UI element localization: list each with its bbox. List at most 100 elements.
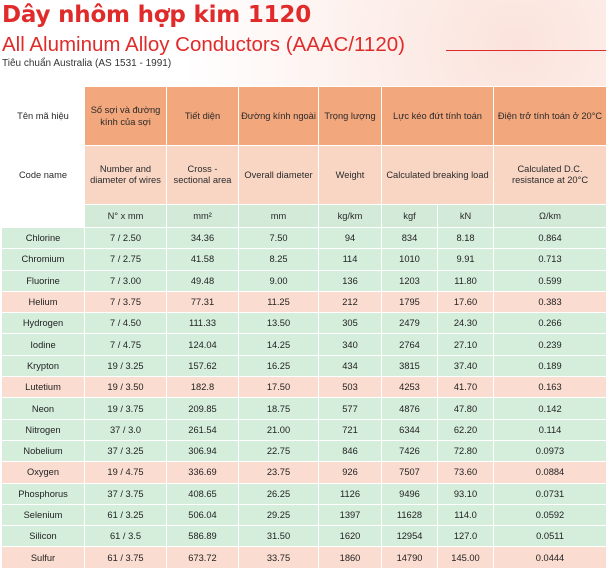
cell-wires: 37 / 3.25 bbox=[84, 439, 167, 463]
header-wires-vi: Số sợi và đường kính của sợi bbox=[84, 86, 167, 146]
cell-code-name: Iodine bbox=[1, 333, 85, 356]
cell-diameter: 22.75 bbox=[238, 439, 319, 463]
cell-code-name: Krypton bbox=[1, 354, 85, 378]
cell-breaking-load-kn: 37.40 bbox=[436, 354, 495, 378]
cell-code-name: Phosphorus bbox=[1, 482, 85, 505]
unit-cell: mm bbox=[238, 204, 319, 228]
header-area-en: Cross - sectional area bbox=[166, 145, 239, 205]
cell-weight: 503 bbox=[318, 376, 382, 399]
table-row: Sulfur 61 / 3.75 673.72 33.75 1860 14790 145.0… bbox=[1, 546, 606, 569]
cell-code-name: Lutetium bbox=[1, 376, 85, 399]
cell-breaking-load-kn: 17.60 bbox=[436, 290, 495, 314]
cell-breaking-load-kgf: 7507 bbox=[381, 461, 438, 484]
cell-weight: 846 bbox=[318, 439, 382, 463]
cell-weight: 721 bbox=[318, 418, 382, 441]
cell-wires: 37 / 3.75 bbox=[84, 482, 167, 505]
cell-area: 49.48 bbox=[166, 269, 239, 292]
header-diameter-vi: Đường kính ngoài bbox=[238, 86, 319, 146]
cell-resistance: 0.383 bbox=[493, 290, 606, 314]
table-row: Silicon 61 / 3.5 586.89 31.50 1620 12954 127.0… bbox=[1, 525, 606, 548]
cell-area: 306.94 bbox=[166, 439, 239, 463]
unit-cell bbox=[1, 204, 85, 228]
cell-weight: 94 bbox=[318, 226, 382, 250]
table-row: Chlorine 7 / 2.50 34.36 7.50 94 834 8.18 0.864 bbox=[1, 226, 606, 250]
cell-breaking-load-kn: 11.80 bbox=[436, 269, 495, 292]
cell-breaking-load-kn: 73.60 bbox=[436, 461, 495, 484]
header-area-vi: Tiết diện bbox=[166, 86, 239, 146]
cell-diameter: 21.00 bbox=[238, 418, 319, 441]
page-title: Dây nhôm hợp kim 1120 bbox=[2, 2, 312, 28]
cell-breaking-load-kgf: 2764 bbox=[381, 333, 438, 356]
cell-resistance: 0.864 bbox=[493, 226, 606, 250]
cell-code-name: Nitrogen bbox=[1, 418, 85, 441]
header-weight-vi: Trọng lượng bbox=[318, 86, 382, 146]
cell-resistance: 0.114 bbox=[493, 418, 606, 441]
cell-diameter: 33.75 bbox=[238, 546, 319, 569]
cell-breaking-load-kgf: 2479 bbox=[381, 312, 438, 335]
cell-breaking-load-kgf: 1010 bbox=[381, 248, 438, 271]
cell-code-name: Chromium bbox=[1, 248, 85, 271]
cell-weight: 1860 bbox=[318, 546, 382, 569]
cell-weight: 1126 bbox=[318, 482, 382, 505]
unit-cell: N° x mm bbox=[84, 204, 167, 228]
cell-wires: 19 / 3.75 bbox=[84, 397, 167, 420]
cell-breaking-load-kn: 24.30 bbox=[436, 312, 495, 335]
cell-wires: 61 / 3.75 bbox=[84, 546, 167, 569]
cell-diameter: 16.25 bbox=[238, 354, 319, 378]
cell-code-name: Helium bbox=[1, 290, 85, 314]
cell-code-name: Nobelium bbox=[1, 439, 85, 463]
cell-area: 336.69 bbox=[166, 461, 239, 484]
cell-code-name: Fluorine bbox=[1, 269, 85, 292]
cell-weight: 114 bbox=[318, 248, 382, 271]
header-weight-en: Weight bbox=[318, 145, 382, 205]
cell-weight: 212 bbox=[318, 290, 382, 314]
table-row: Phosphorus 37 / 3.75 408.65 26.25 1126 9496 93… bbox=[1, 482, 606, 505]
cell-area: 111.33 bbox=[166, 312, 239, 335]
cell-breaking-load-kgf: 7426 bbox=[381, 439, 438, 463]
header-row-vietnamese: Tên mã hiệu Số sợi và đường kính của sợi… bbox=[1, 86, 606, 146]
header-code-name-en: Code name bbox=[1, 145, 85, 205]
cell-area: 77.31 bbox=[166, 290, 239, 314]
cell-breaking-load-kgf: 1203 bbox=[381, 269, 438, 292]
cell-wires: 19 / 4.75 bbox=[84, 461, 167, 484]
standard-note: Tiêu chuẩn Australia (AS 1531 - 1991) bbox=[2, 58, 172, 69]
cell-breaking-load-kn: 9.91 bbox=[436, 248, 495, 271]
header-row-english: Code name Number and diameter of wires C… bbox=[1, 145, 606, 205]
cell-area: 408.65 bbox=[166, 482, 239, 505]
cell-breaking-load-kgf: 4876 bbox=[381, 397, 438, 420]
cell-wires: 7 / 4.75 bbox=[84, 333, 167, 356]
cell-wires: 7 / 2.50 bbox=[84, 226, 167, 250]
cell-weight: 926 bbox=[318, 461, 382, 484]
header-resistance-vi: Điện trở tính toán ở 20°C bbox=[493, 86, 606, 146]
cell-wires: 7 / 2.75 bbox=[84, 248, 167, 271]
conductor-spec-table: Tên mã hiệu Số sợi và đường kính của sợi… bbox=[1, 86, 606, 569]
cell-resistance: 0.142 bbox=[493, 397, 606, 420]
cell-area: 209.85 bbox=[166, 397, 239, 420]
cell-area: 41.58 bbox=[166, 248, 239, 271]
cell-breaking-load-kgf: 1795 bbox=[381, 290, 438, 314]
cell-diameter: 17.50 bbox=[238, 376, 319, 399]
cell-wires: 7 / 3.00 bbox=[84, 269, 167, 292]
cell-weight: 1620 bbox=[318, 525, 382, 548]
cell-diameter: 29.25 bbox=[238, 503, 319, 527]
cell-diameter: 11.25 bbox=[238, 290, 319, 314]
cell-breaking-load-kgf: 834 bbox=[381, 226, 438, 250]
cell-breaking-load-kn: 72.80 bbox=[436, 439, 495, 463]
cell-wires: 61 / 3.5 bbox=[84, 525, 167, 548]
cell-resistance: 0.0592 bbox=[493, 503, 606, 527]
cell-breaking-load-kgf: 3815 bbox=[381, 354, 438, 378]
cell-area: 261.54 bbox=[166, 418, 239, 441]
cell-diameter: 14.25 bbox=[238, 333, 319, 356]
cell-resistance: 0.599 bbox=[493, 269, 606, 292]
table-row: Lutetium 19 / 3.50 182.8 17.50 503 4253 41.70 0… bbox=[1, 376, 606, 399]
cell-code-name: Oxygen bbox=[1, 461, 85, 484]
table-row: Neon 19 / 3.75 209.85 18.75 577 4876 47.80 0.14… bbox=[1, 397, 606, 420]
cell-wires: 37 / 3.0 bbox=[84, 418, 167, 441]
cell-breaking-load-kgf: 12954 bbox=[381, 525, 438, 548]
cell-breaking-load-kgf: 11628 bbox=[381, 503, 438, 527]
cell-weight: 1397 bbox=[318, 503, 382, 527]
table-row: Iodine 7 / 4.75 124.04 14.25 340 2764 27.10 0.2… bbox=[1, 333, 606, 356]
cell-breaking-load-kn: 47.80 bbox=[436, 397, 495, 420]
cell-resistance: 0.0444 bbox=[493, 546, 606, 569]
cell-code-name: Hydrogen bbox=[1, 312, 85, 335]
